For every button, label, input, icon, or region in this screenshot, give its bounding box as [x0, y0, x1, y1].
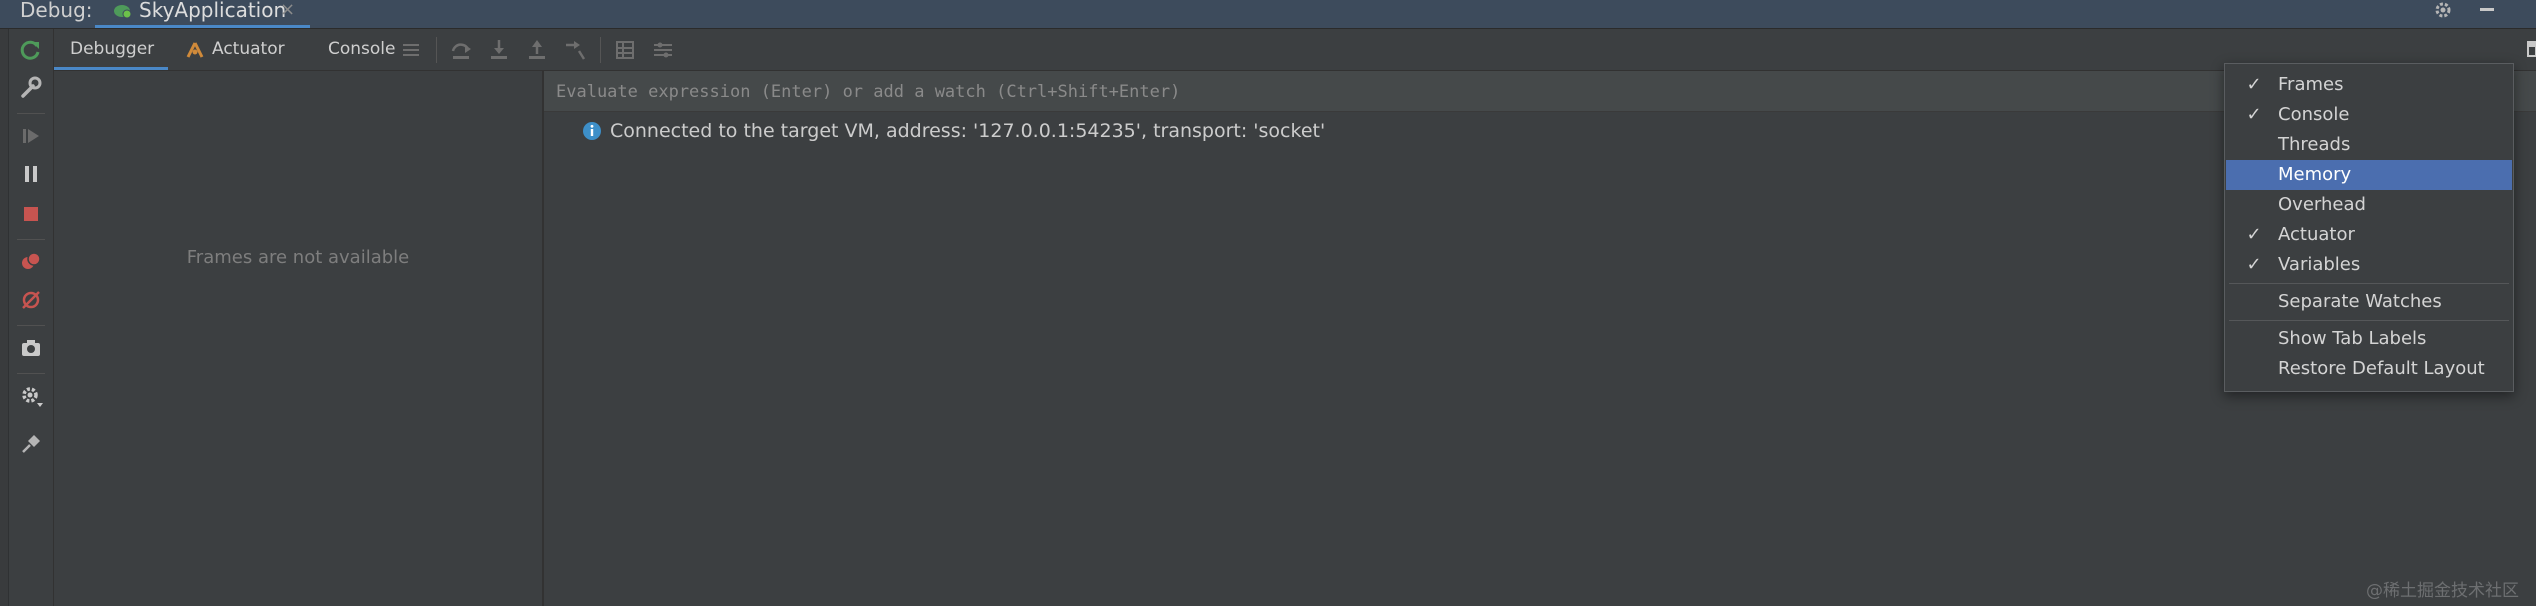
- menu-item-threads[interactable]: Threads: [2226, 130, 2512, 160]
- menu-item-label: Memory: [2278, 164, 2352, 185]
- resume-icon[interactable]: [18, 123, 44, 149]
- pin-icon[interactable]: [18, 431, 44, 457]
- active-tab-indicator: [54, 67, 168, 70]
- menu-item-label: Threads: [2278, 134, 2351, 155]
- toolbar-separator: [17, 325, 45, 326]
- menu-item-label: Frames: [2278, 74, 2344, 95]
- menu-item-frames[interactable]: ✓ Frames: [2226, 70, 2512, 100]
- menu-item-variables[interactable]: ✓ Variables: [2226, 250, 2512, 280]
- run-config-label: SkyApplication: [139, 0, 287, 22]
- menu-separator: [2229, 320, 2509, 321]
- rerun-icon[interactable]: [18, 37, 44, 63]
- close-tab-icon[interactable]: ×: [280, 0, 295, 20]
- menu-item-label: Console: [2278, 104, 2350, 125]
- menu-item-label: Overhead: [2278, 194, 2366, 215]
- camera-icon[interactable]: [18, 335, 44, 361]
- settings-wrench-icon[interactable]: [18, 75, 44, 101]
- menu-item-show-tab-labels[interactable]: Show Tab Labels: [2226, 324, 2512, 354]
- minimize-icon[interactable]: [2476, 0, 2498, 20]
- step-over-icon[interactable]: [448, 37, 474, 63]
- tab-console-label: Console: [328, 39, 396, 59]
- menu-item-label: Separate Watches: [2278, 291, 2442, 312]
- debugger-tab-bar: Debugger Actuator Console: [54, 29, 2536, 71]
- hamburger-icon[interactable]: [398, 37, 424, 63]
- tab-actuator-label: Actuator: [212, 39, 285, 59]
- settings-gear-icon[interactable]: [18, 383, 44, 409]
- frames-panel: Frames are not available: [54, 71, 544, 606]
- step-out-icon[interactable]: [524, 37, 550, 63]
- watermark: @稀土掘金技术社区: [2366, 581, 2519, 601]
- console-message: Connected to the target VM, address: '12…: [610, 120, 1326, 142]
- toolbar-separator: [600, 37, 601, 63]
- toolbar-separator: [17, 373, 45, 374]
- frames-empty-message: Frames are not available: [186, 247, 410, 268]
- debug-title-bar: Debug: SkyApplication ×: [0, 0, 2536, 29]
- debug-side-toolbar: [9, 29, 54, 606]
- menu-separator: [2229, 283, 2509, 284]
- toolbar-separator: [17, 239, 45, 240]
- view-breakpoints-icon[interactable]: [18, 249, 44, 275]
- left-edge-strip: [0, 29, 9, 606]
- tab-console[interactable]: Console: [312, 29, 412, 70]
- gear-icon[interactable]: [2432, 0, 2454, 20]
- toolbar-separator: [17, 113, 45, 114]
- pause-icon[interactable]: [18, 161, 44, 187]
- menu-item-actuator[interactable]: ✓ Actuator: [2226, 220, 2512, 250]
- evaluate-expression-input[interactable]: [554, 76, 1958, 108]
- menu-item-separate-watches[interactable]: Separate Watches: [2226, 287, 2512, 317]
- toolbar-separator: [436, 37, 437, 63]
- tab-debugger-label: Debugger: [70, 39, 155, 59]
- tab-actuator[interactable]: Actuator: [182, 29, 312, 70]
- run-to-cursor-icon[interactable]: [562, 37, 588, 63]
- checkmark-icon: ✓: [2246, 104, 2262, 125]
- menu-item-overhead[interactable]: Overhead: [2226, 190, 2512, 220]
- active-tab-indicator: [95, 25, 310, 28]
- checkmark-icon: ✓: [2246, 74, 2262, 95]
- menu-item-memory[interactable]: Memory: [2226, 160, 2512, 190]
- step-into-icon[interactable]: [486, 37, 512, 63]
- evaluate-table-icon[interactable]: [612, 37, 638, 63]
- debug-label: Debug:: [20, 0, 93, 22]
- checkmark-icon: ✓: [2246, 254, 2262, 275]
- trace-icon[interactable]: [650, 37, 676, 63]
- menu-item-console[interactable]: ✓ Console: [2226, 100, 2512, 130]
- info-icon: [583, 122, 601, 140]
- menu-item-label: Actuator: [2278, 224, 2355, 245]
- layout-settings-icon[interactable]: [2524, 37, 2536, 63]
- mute-breakpoints-icon[interactable]: [18, 287, 44, 313]
- stop-icon[interactable]: [18, 201, 44, 227]
- menu-item-label: Show Tab Labels: [2278, 328, 2427, 349]
- menu-item-label: Variables: [2278, 254, 2361, 275]
- checkmark-icon: ✓: [2246, 224, 2262, 245]
- spring-boot-icon: [114, 5, 132, 19]
- menu-item-restore-default-layout[interactable]: Restore Default Layout: [2226, 354, 2512, 384]
- tab-debugger[interactable]: Debugger: [54, 29, 168, 70]
- run-config-tab[interactable]: SkyApplication ×: [95, 0, 310, 28]
- actuator-icon: [186, 42, 204, 58]
- menu-item-label: Restore Default Layout: [2278, 358, 2485, 379]
- layout-options-menu: ✓ Frames ✓ Console Threads Memory Overhe…: [2224, 63, 2514, 392]
